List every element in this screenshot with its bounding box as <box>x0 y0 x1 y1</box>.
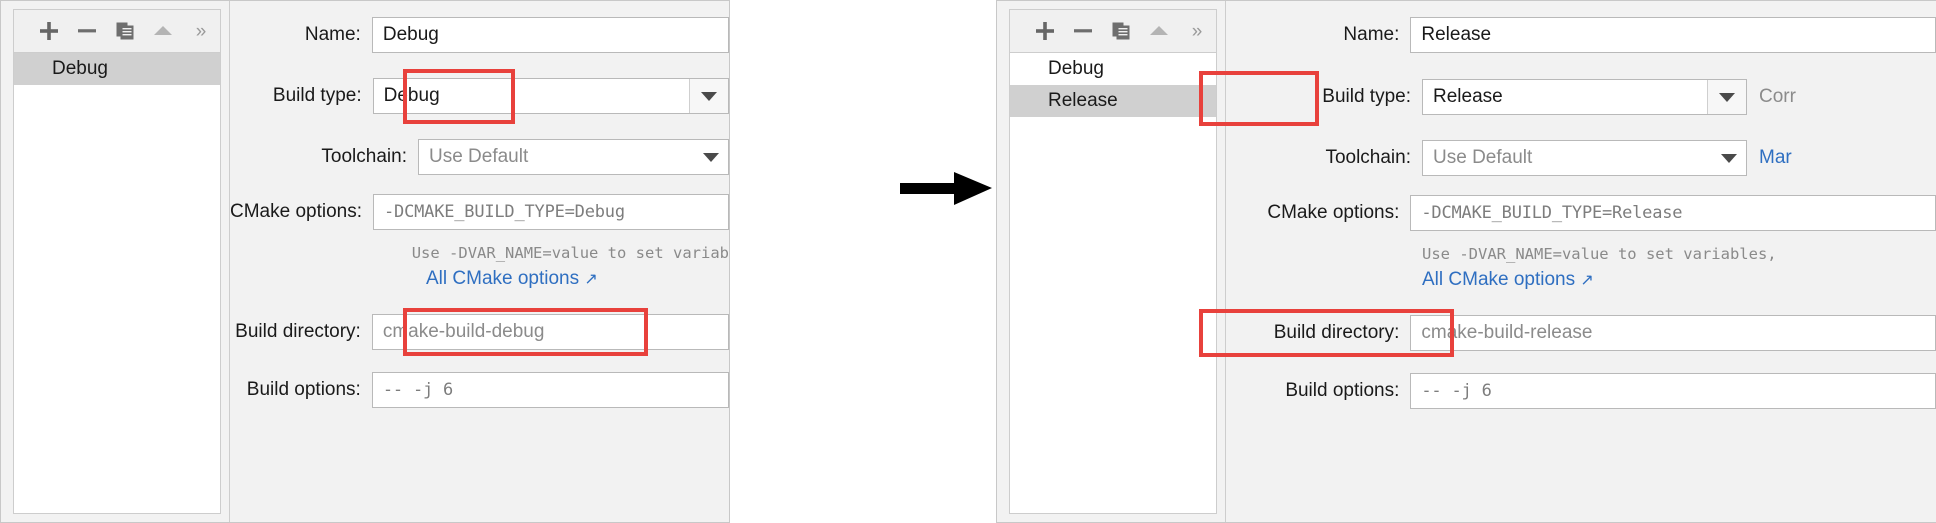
external-link-icon: ↗ <box>584 271 598 288</box>
build-type-side-note: Corr <box>1759 86 1796 107</box>
add-button[interactable] <box>30 11 68 51</box>
field-row-cmake-options: CMake options: -DCMAKE_BUILD_TYPE=Debug <box>230 194 729 230</box>
profile-list[interactable]: Debug Release <box>1009 53 1217 514</box>
toolchain-label: Toolchain: <box>321 146 407 167</box>
profile-list-toolbar: » <box>1009 9 1217 53</box>
chevron-double-right-icon: » <box>1191 20 1203 42</box>
profile-form-release: Name: Release Build type: Release Corr T… <box>1225 1 1936 522</box>
build-directory-label: Build directory: <box>235 321 361 342</box>
cmake-options-hint: Use -DVAR_NAME=value to set variab <box>411 244 729 262</box>
list-item[interactable]: Release <box>1010 85 1216 117</box>
minus-icon <box>78 29 96 33</box>
profile-form-debug: Name: Debug Build type: Debug Toolchain:… <box>229 1 729 522</box>
field-row-build-directory: Build directory: cmake-build-debug <box>230 314 729 350</box>
name-input[interactable]: Debug <box>371 17 729 53</box>
list-item-label: Debug <box>1048 58 1104 79</box>
toolchain-value: Use Default <box>428 146 529 167</box>
minus-icon <box>1074 29 1092 33</box>
more-button[interactable]: » <box>1178 11 1216 51</box>
build-type-label: Build type: <box>1322 86 1411 107</box>
build-options-input[interactable]: -- -j 6 <box>1410 373 1936 409</box>
move-up-button[interactable] <box>1140 11 1178 51</box>
plus-icon <box>1036 22 1054 40</box>
build-type-combo[interactable]: Release <box>1422 79 1747 115</box>
chevron-down-icon <box>1721 153 1737 163</box>
cmake-options-input[interactable]: -DCMAKE_BUILD_TYPE=Release <box>1410 195 1936 231</box>
toolchain-value: Use Default <box>1433 147 1533 168</box>
external-link-icon: ↗ <box>1580 272 1594 289</box>
all-cmake-options-link[interactable]: All CMake options ↗ <box>1422 269 1594 291</box>
name-input[interactable]: Release <box>1410 17 1936 53</box>
build-options-label: Build options: <box>1285 380 1400 401</box>
all-cmake-options-row: All CMake options ↗ <box>1226 269 1936 291</box>
list-item[interactable]: Debug <box>1010 53 1216 85</box>
all-cmake-options-link[interactable]: All CMake options ↗ <box>426 268 598 290</box>
name-label: Name: <box>304 24 361 45</box>
chevron-down-icon <box>1719 92 1735 102</box>
triangle-up-icon <box>1150 26 1168 35</box>
move-up-button[interactable] <box>144 11 182 51</box>
list-item-label: Release <box>1048 90 1118 111</box>
cmake-options-hint-row: Use -DVAR_NAME=value to set variables, <box>1226 245 1936 263</box>
all-cmake-options-link-label: All CMake options <box>426 268 580 289</box>
list-item-label: Debug <box>52 58 108 79</box>
field-row-toolchain: Toolchain: Use Default <box>230 139 729 175</box>
toolchain-label: Toolchain: <box>1325 147 1411 168</box>
cmake-options-label: CMake options: <box>1267 202 1400 223</box>
build-options-input[interactable]: -- -j 6 <box>371 372 729 408</box>
build-type-dropdown-button[interactable] <box>689 79 728 113</box>
field-row-name: Name: Release <box>1226 17 1936 53</box>
cmake-options-hint: Use -DVAR_NAME=value to set variables, <box>1422 245 1777 263</box>
flow-arrow-right <box>900 172 992 205</box>
build-options-label: Build options: <box>246 379 361 400</box>
field-row-build-options: Build options: -- -j 6 <box>230 372 729 408</box>
toolchain-dropdown-button[interactable] <box>1712 141 1746 175</box>
profile-list-column: » Debug <box>13 9 221 514</box>
field-row-name: Name: Debug <box>230 17 729 53</box>
build-directory-input[interactable]: cmake-build-release <box>1410 315 1936 351</box>
field-row-build-directory: Build directory: cmake-build-release <box>1226 315 1936 351</box>
toolchain-dropdown-button[interactable] <box>694 140 728 174</box>
field-row-build-options: Build options: -- -j 6 <box>1226 373 1936 409</box>
all-cmake-options-row: All CMake options ↗ <box>230 268 729 290</box>
copy-icon <box>116 22 134 40</box>
list-item[interactable]: Debug <box>14 53 220 85</box>
more-button[interactable]: » <box>182 11 220 51</box>
field-row-cmake-options: CMake options: -DCMAKE_BUILD_TYPE=Releas… <box>1226 195 1936 231</box>
add-button[interactable] <box>1026 11 1064 51</box>
build-directory-input[interactable]: cmake-build-debug <box>371 314 729 350</box>
field-row-build-type: Build type: Debug <box>230 78 729 114</box>
field-row-toolchain: Toolchain: Use Default Mar <box>1226 140 1936 176</box>
remove-button[interactable] <box>1064 11 1102 51</box>
triangle-up-icon <box>154 26 172 35</box>
profile-list-column: » Debug Release <box>1009 9 1217 514</box>
field-row-build-type: Build type: Release Corr <box>1226 79 1936 115</box>
copy-button[interactable] <box>106 11 144 51</box>
all-cmake-options-link-label: All CMake options <box>1422 269 1576 290</box>
name-label: Name: <box>1343 24 1400 45</box>
build-type-dropdown-button[interactable] <box>1707 80 1746 114</box>
copy-icon <box>1112 22 1130 40</box>
cmake-options-label: CMake options: <box>230 201 363 222</box>
toolchain-combo[interactable]: Use Default <box>1422 140 1747 176</box>
cmake-profile-panel-release: » Debug Release Name: Release Build type… <box>996 0 1936 523</box>
cmake-options-input[interactable]: -DCMAKE_BUILD_TYPE=Debug <box>373 194 729 230</box>
plus-icon <box>40 22 58 40</box>
chevron-double-right-icon: » <box>195 20 207 42</box>
toolchain-combo[interactable]: Use Default <box>417 139 729 175</box>
cmake-profile-panel-debug: » Debug Name: Debug Build type: Debug To… <box>0 0 730 523</box>
build-type-label: Build type: <box>272 85 362 106</box>
copy-button[interactable] <box>1102 11 1140 51</box>
chevron-down-icon <box>703 152 719 162</box>
build-type-combo[interactable]: Debug <box>372 78 729 114</box>
profile-list-toolbar: » <box>13 9 221 53</box>
profile-list[interactable]: Debug <box>13 53 221 514</box>
chevron-down-icon <box>701 91 717 101</box>
build-directory-label: Build directory: <box>1273 322 1400 343</box>
manage-toolchains-link[interactable]: Mar <box>1759 147 1792 169</box>
build-type-value: Debug <box>383 85 440 106</box>
remove-button[interactable] <box>68 11 106 51</box>
build-type-value: Release <box>1433 86 1503 107</box>
cmake-options-hint-row: Use -DVAR_NAME=value to set variab <box>230 244 729 262</box>
